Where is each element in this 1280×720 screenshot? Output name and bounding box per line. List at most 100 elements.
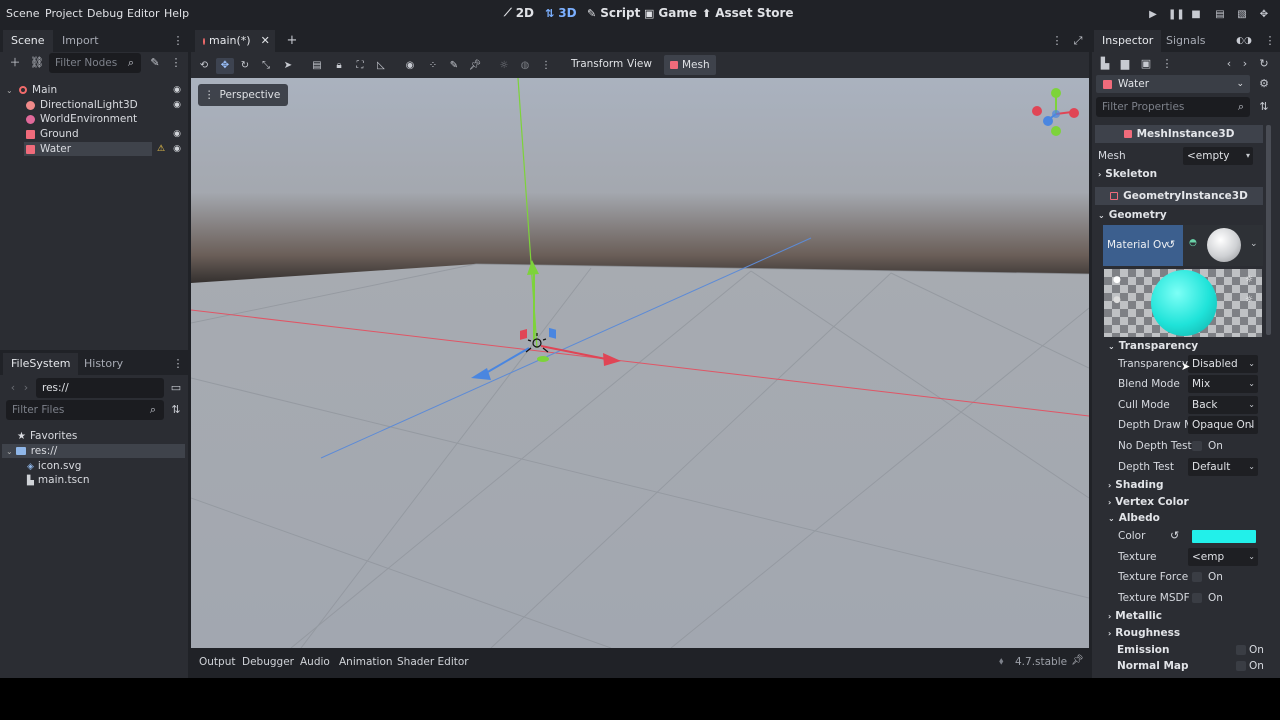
3d-viewport[interactable]: ⋮ Perspective <box>191 78 1089 648</box>
folder-res[interactable]: ⌄ res:// <box>2 444 185 458</box>
section-skeleton[interactable]: › Skeleton <box>1098 168 1157 180</box>
close-tab-icon[interactable]: ✕ <box>261 30 270 52</box>
section-transparency[interactable]: ⌄ Transparency <box>1108 340 1198 352</box>
perspective-button[interactable]: ⋮ Perspective <box>198 84 289 106</box>
kebab-menu-icon[interactable]: ⋮ <box>170 356 186 372</box>
tree-node-directionallight3d[interactable]: DirectionalLight3D <box>0 98 188 112</box>
list-select-icon[interactable]: ▤ <box>308 58 326 74</box>
tab-import[interactable]: Import <box>54 30 107 52</box>
globe-icon[interactable]: ◍ <box>516 58 534 74</box>
sort-icon[interactable]: ⇅ <box>168 402 184 418</box>
blend-mode-dropdown[interactable]: Mix ⌄ <box>1188 375 1258 393</box>
stop-icon[interactable]: ■ <box>1189 8 1203 22</box>
mesh-value[interactable]: <empty ▾ <box>1183 147 1253 165</box>
scale-mode-icon[interactable]: ⤡ <box>257 58 275 74</box>
light-toggle-2-icon[interactable]: ● <box>1113 295 1121 305</box>
no-depth-test-checkbox[interactable]: On <box>1192 436 1223 456</box>
scene-menu-icon[interactable]: ⋮ <box>168 55 184 71</box>
filter-files-input[interactable]: Filter Files <box>6 400 164 420</box>
scene-tab-main[interactable]: main(*) ✕ <box>195 30 275 52</box>
transparency-dropdown[interactable]: Disabled ⌄ <box>1188 355 1258 373</box>
history-icon[interactable]: ↻ <box>1256 56 1272 72</box>
section-vertex-color[interactable]: › Vertex Color <box>1108 496 1189 508</box>
path-field[interactable]: res:// <box>36 378 164 398</box>
pause-icon[interactable]: ❚❚ <box>1168 8 1185 22</box>
normal-map-checkbox[interactable]: On <box>1236 660 1264 672</box>
filter-properties-input[interactable]: Filter Properties <box>1096 97 1250 117</box>
texture-slot[interactable]: <emp ⌄ <box>1188 548 1258 566</box>
history-forward-icon[interactable]: › <box>1237 56 1253 72</box>
tab-output[interactable]: Output <box>199 656 235 668</box>
add-node-icon[interactable]: ＋ <box>7 55 23 71</box>
group-icon[interactable]: ⛶ <box>351 58 369 74</box>
section-metallic[interactable]: › Metallic <box>1108 610 1162 622</box>
sun-icon[interactable]: ☼ <box>495 58 513 74</box>
view-gizmo[interactable] <box>1031 86 1081 142</box>
settings-icon[interactable]: ✥ <box>1257 8 1271 22</box>
split-view-icon[interactable]: ▭ <box>168 380 184 396</box>
sphere-shape-icon[interactable]: ☼ <box>1245 275 1253 285</box>
object-selector[interactable]: Water ⌄ <box>1096 75 1250 93</box>
distraction-free-icon[interactable]: ⤢ <box>1070 33 1086 49</box>
light-toggle-icon[interactable]: ● <box>1113 275 1121 285</box>
move-mode-icon[interactable]: ✥ <box>216 58 234 74</box>
play-icon[interactable]: ▶ <box>1146 8 1160 22</box>
tab-scene[interactable]: Scene <box>3 30 53 52</box>
load-resource-icon[interactable]: ▆ <box>1117 56 1133 72</box>
mesh-menu[interactable]: Mesh <box>664 55 716 75</box>
menu-help[interactable]: Help <box>164 7 189 20</box>
new-tab-icon[interactable]: + <box>284 33 300 49</box>
pin-icon[interactable]: 📌︎ <box>466 58 484 74</box>
emission-checkbox[interactable]: On <box>1236 644 1264 656</box>
revert-icon[interactable]: ↺ <box>1166 238 1175 251</box>
lock-icon[interactable]: 🔒︎ <box>330 58 348 74</box>
remote-debug-icon[interactable]: ▤ <box>1213 8 1227 22</box>
workspace-2d-button[interactable]: ⟋ 2D <box>504 6 534 20</box>
revert-icon[interactable]: ↺ <box>1170 526 1179 546</box>
kebab-menu-icon[interactable]: ⋮ <box>537 58 555 74</box>
kebab-menu-icon[interactable]: ⋮ <box>1159 56 1175 72</box>
workspace-asset-store-button[interactable]: ⬆ Asset Store <box>702 6 794 20</box>
section-albedo[interactable]: ⌄ Albedo <box>1108 512 1160 524</box>
workspace-game-button[interactable]: ▣ Game <box>644 6 697 20</box>
depth-draw-dropdown[interactable]: Opaque Onl ⌄ <box>1188 416 1258 434</box>
tab-signals[interactable]: Signals <box>1158 30 1214 52</box>
snap-icon[interactable]: ⁘ <box>424 58 442 74</box>
tab-animation[interactable]: Animation <box>339 656 393 668</box>
movie-maker-icon[interactable]: ▧ <box>1235 8 1249 22</box>
attach-script-icon[interactable]: ✎ <box>147 55 163 71</box>
rotate-mode-icon[interactable]: ↻ <box>236 58 254 74</box>
section-roughness[interactable]: › Roughness <box>1108 627 1180 639</box>
section-shading[interactable]: › Shading <box>1108 479 1164 491</box>
kebab-menu-icon[interactable]: ⋮ <box>1049 33 1065 49</box>
section-emission[interactable]: Emission <box>1117 644 1170 656</box>
pin-icon[interactable]: 📌︎ <box>1071 655 1084 666</box>
box-shape-icon[interactable]: ☼ <box>1245 295 1253 305</box>
kebab-menu-icon[interactable]: ⋮ <box>1262 33 1278 49</box>
tree-node-worldenvironment[interactable]: WorldEnvironment <box>0 112 188 126</box>
tab-shader-editor[interactable]: Shader Editor <box>397 656 469 668</box>
menu-editor[interactable]: Editor <box>127 7 160 20</box>
visibility-eye-icon[interactable]: ◉ <box>171 143 183 155</box>
inspector-scrollbar[interactable] <box>1266 125 1271 335</box>
history-back-icon[interactable]: ‹ <box>1221 56 1237 72</box>
tab-history[interactable]: History <box>76 353 131 375</box>
workspace-script-button[interactable]: ✎ Script <box>587 6 640 20</box>
link-icon[interactable]: ⛓ <box>29 55 45 71</box>
menu-debug[interactable]: Debug <box>87 7 123 20</box>
visibility-eye-icon[interactable]: ◉ <box>171 99 183 111</box>
file-icon-svg[interactable]: ◈ icon.svg <box>0 459 188 473</box>
tree-node-main[interactable]: ⌄ Main <box>0 83 188 97</box>
favorites-item[interactable]: ★ Favorites <box>0 429 188 443</box>
transform-menu[interactable]: Transform <box>571 58 623 70</box>
local-space-icon[interactable]: ◉ <box>401 58 419 74</box>
tree-node-ground[interactable]: Ground <box>0 127 188 141</box>
albedo-color-swatch[interactable] <box>1192 530 1256 543</box>
paint-icon[interactable]: ✎ <box>445 58 463 74</box>
texture-force-checkbox[interactable]: On <box>1192 567 1223 587</box>
view-menu[interactable]: View <box>627 58 652 70</box>
tab-debugger[interactable]: Debugger <box>242 656 294 668</box>
section-geometry[interactable]: ⌄ Geometry <box>1098 209 1167 221</box>
collapse-icon[interactable]: ◐◑ <box>1236 33 1252 49</box>
depth-test-dropdown[interactable]: Default ⌄ <box>1188 458 1258 476</box>
